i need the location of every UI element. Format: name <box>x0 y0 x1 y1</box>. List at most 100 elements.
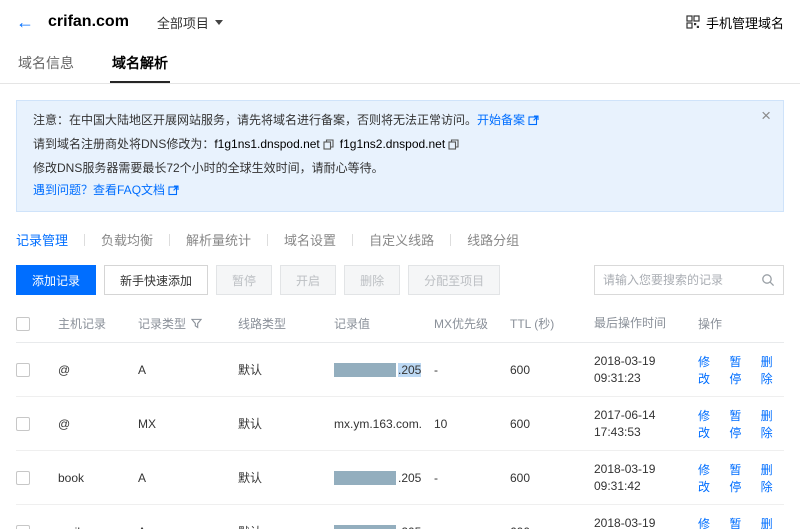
faq-question-text: 遇到问题？ <box>33 183 94 197</box>
record-updated-date: 2018-03-19 <box>594 515 656 529</box>
dns-server-1: f1g1ns1.dnspod.net <box>214 137 320 151</box>
pause-link[interactable]: 暂停 <box>729 461 752 495</box>
delete-link[interactable]: 删除 <box>761 407 784 441</box>
external-link-icon <box>528 111 539 133</box>
record-mx: - <box>434 362 438 377</box>
col-type: 记录类型 <box>138 315 238 332</box>
edit-link[interactable]: 修改 <box>698 461 721 495</box>
record-updated-time: 09:31:23 <box>594 370 641 385</box>
record-host: @ <box>58 416 71 431</box>
record-updated: 2017-06-14 17:43:53 <box>594 407 698 441</box>
section-tab-stats[interactable]: 解析量统计 <box>170 230 267 249</box>
filter-icon[interactable] <box>191 318 203 329</box>
col-ttl: TTL (秒) <box>510 317 555 331</box>
top-bar: ← crifan.com 全部项目 手机管理域名 <box>0 0 800 44</box>
record-line: 默认 <box>238 417 263 431</box>
record-mx: - <box>434 470 438 485</box>
record-value-suffix: .205 <box>398 470 422 485</box>
col-type-label: 记录类型 <box>138 317 187 331</box>
domain-title: crifan.com <box>48 13 129 30</box>
redacted-value-block <box>334 470 396 485</box>
section-tab-domain-settings[interactable]: 域名设置 <box>268 230 352 249</box>
records-table: 主机记录 记录类型 线路类型 记录值 MX优先级 TTL (秒) 最后操作时间 … <box>16 305 784 529</box>
record-type: A <box>138 525 238 529</box>
record-type: A <box>138 362 147 377</box>
record-value-suffix: .205 <box>398 525 421 529</box>
edit-link[interactable]: 修改 <box>698 515 721 529</box>
record-updated-date: 2018-03-19 <box>594 461 656 476</box>
notice-dns-prefix: 请到域名注册商处将DNS修改为： <box>33 137 215 151</box>
section-tabs: 记录管理 负载均衡 解析量统计 域名设置 自定义线路 线路分组 <box>0 230 800 249</box>
section-tab-records[interactable]: 记录管理 <box>16 230 84 249</box>
record-updated-time: 09:31:42 <box>594 478 641 493</box>
start-beian-link[interactable]: 开始备案 <box>477 113 525 127</box>
record-host: mail <box>58 525 138 529</box>
section-tab-load-balance[interactable]: 负载均衡 <box>85 230 169 249</box>
delete-link[interactable]: 删除 <box>761 515 784 529</box>
mobile-manage-link[interactable]: 手机管理域名 <box>686 13 784 32</box>
notice-line-dns: 请到域名注册商处将DNS修改为：f1g1ns1.dnspod.net f1g1n… <box>33 133 743 157</box>
record-type: A <box>138 470 147 485</box>
col-ops: 操作 <box>698 317 723 331</box>
project-selector[interactable]: 全部项目 <box>157 13 223 32</box>
edit-link[interactable]: 修改 <box>698 353 721 387</box>
record-host: book <box>58 470 85 485</box>
chevron-down-icon <box>214 19 223 25</box>
pause-link[interactable]: 暂停 <box>729 353 752 387</box>
tab-domain-info[interactable]: 域名信息 <box>16 44 76 83</box>
table-row: @ MX 默认 mx.ym.163.com. 10 600 2017-06-14… <box>16 397 784 451</box>
section-tab-custom-lines[interactable]: 自定义线路 <box>353 230 450 249</box>
back-icon[interactable]: ← <box>16 13 34 31</box>
record-value: .205 <box>334 362 434 377</box>
qr-code-icon <box>686 15 700 29</box>
add-record-button[interactable]: 添加记录 <box>16 265 97 295</box>
record-line: 默认 <box>238 363 263 377</box>
col-host: 主机记录 <box>58 317 107 331</box>
record-host: @ <box>58 362 71 377</box>
copy-icon[interactable] <box>448 135 459 157</box>
col-value: 记录值 <box>334 317 371 331</box>
delete-link[interactable]: 删除 <box>761 353 784 387</box>
col-time: 最后操作时间 <box>594 316 667 330</box>
row-checkbox[interactable] <box>16 362 30 377</box>
notice-banner: 注意：在中国大陆地区开展网站服务，请先将域名进行备案，否则将无法正常访问。开始备… <box>16 100 784 212</box>
nav-tabs: 域名信息 域名解析 <box>0 44 800 84</box>
record-updated-time: 17:43:53 <box>594 424 641 439</box>
pause-button[interactable]: 暂停 <box>216 265 273 295</box>
edit-link[interactable]: 修改 <box>698 407 721 441</box>
row-checkbox[interactable] <box>16 416 30 431</box>
quick-add-button[interactable]: 新手快速添加 <box>104 265 209 295</box>
notice-beian-text: 注意：在中国大陆地区开展网站服务，请先将域名进行备案，否则将无法正常访问。 <box>33 113 478 127</box>
table-row: book A 默认 .205 - 600 2018-03-19 09:31:42… <box>16 451 784 505</box>
close-icon[interactable]: × <box>761 107 771 124</box>
delete-link[interactable]: 删除 <box>761 461 784 495</box>
notice-line-ttl: 修改DNS服务器需要最长72个小时的全球生效时间，请耐心等待。 <box>33 161 384 175</box>
table-header-row: 主机记录 记录类型 线路类型 记录值 MX优先级 TTL (秒) 最后操作时间 … <box>16 305 784 343</box>
notice-line-beian: 注意：在中国大陆地区开展网站服务，请先将域名进行备案，否则将无法正常访问。开始备… <box>33 109 743 133</box>
copy-icon[interactable] <box>323 135 334 157</box>
record-updated: 2018-03-19 09:31:23 <box>594 353 698 387</box>
mobile-manage-label: 手机管理域名 <box>705 15 784 31</box>
assign-project-button[interactable]: 分配至项目 <box>408 265 501 295</box>
toolbar: 添加记录 新手快速添加 暂停 开启 删除 分配至项目 <box>0 265 800 295</box>
pause-link[interactable]: 暂停 <box>729 515 752 529</box>
row-checkbox[interactable] <box>16 470 30 485</box>
dns-server-2: f1g1ns2.dnspod.net <box>339 137 446 151</box>
tab-dns-resolution[interactable]: 域名解析 <box>110 44 170 83</box>
record-ttl: 600 <box>510 525 594 529</box>
record-updated-date: 2018-03-19 <box>594 353 656 368</box>
select-all-checkbox[interactable] <box>16 316 30 331</box>
col-mx: MX优先级 <box>434 317 489 331</box>
record-value: .205 <box>334 524 434 529</box>
enable-button[interactable]: 开启 <box>280 265 337 295</box>
faq-doc-link[interactable]: 查看FAQ文档 <box>93 183 165 197</box>
search-input[interactable] <box>603 273 761 287</box>
pause-link[interactable]: 暂停 <box>729 407 752 441</box>
notice-line-faq: 遇到问题？查看FAQ文档 <box>33 179 743 203</box>
record-value-suffix: .205 <box>398 362 422 377</box>
search-icon[interactable] <box>761 273 775 287</box>
record-mx: - <box>434 525 510 529</box>
section-tab-line-groups[interactable]: 线路分组 <box>451 230 535 249</box>
delete-button[interactable]: 删除 <box>344 265 401 295</box>
row-checkbox[interactable] <box>16 524 30 529</box>
